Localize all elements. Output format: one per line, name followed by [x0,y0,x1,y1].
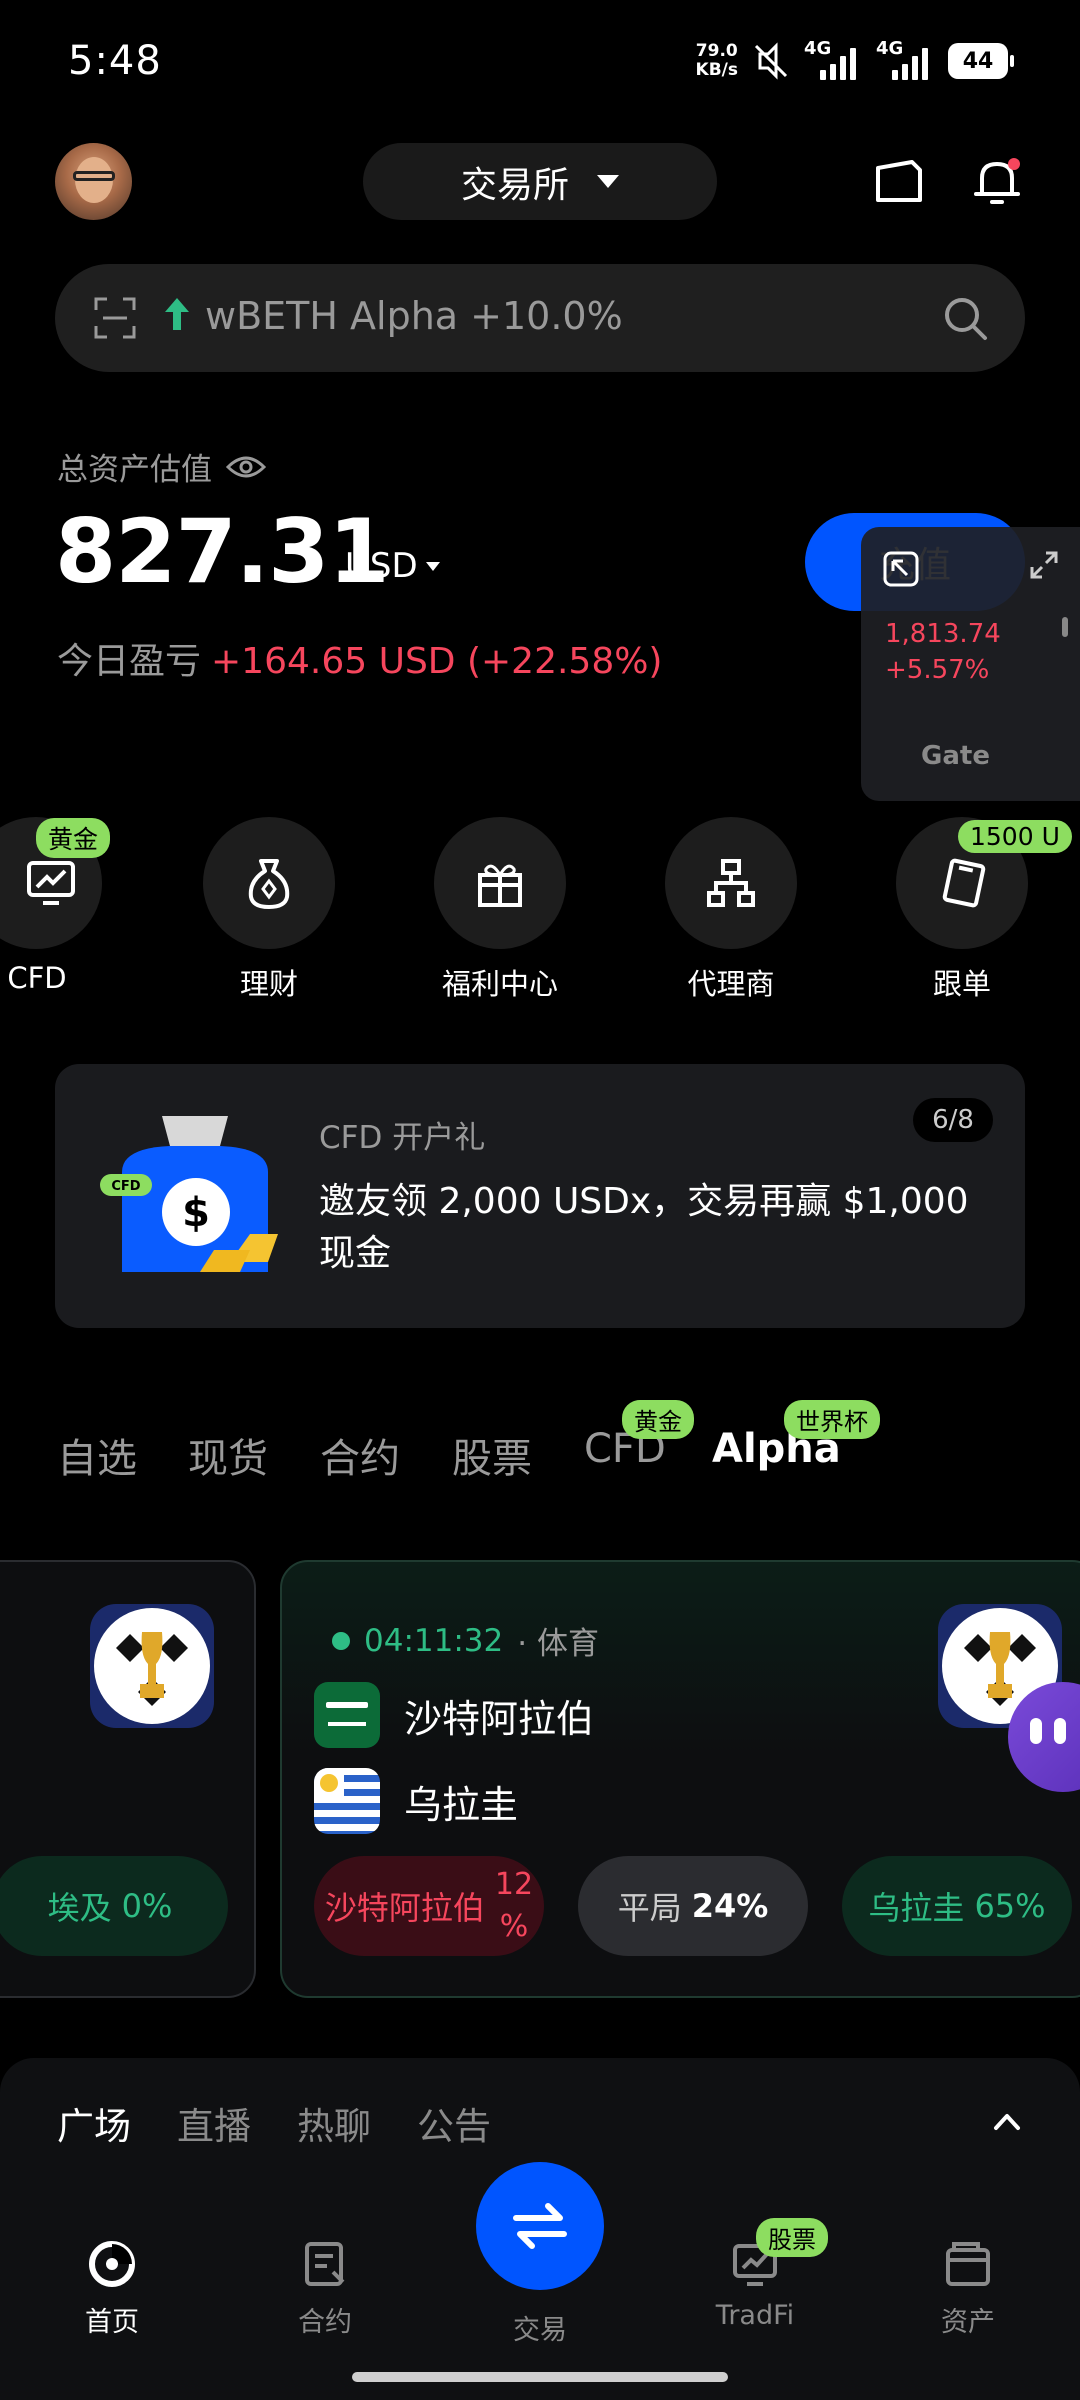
org-chart-icon [707,859,755,907]
money-bag-illustration: $ CFD [100,1116,278,1272]
promo-title: CFD 开户礼 [319,1120,486,1156]
saudi-flag-icon [314,1682,380,1748]
widget-brand: Gate [921,741,990,771]
option-pill-draw[interactable]: 平局 24% [578,1856,808,1956]
event-card[interactable]: 04:11:32 · 体育 沙特阿拉伯 乌拉圭 沙特阿拉伯 12% 平局 24% … [280,1560,1080,1998]
widget-change: +5.57% [885,655,990,685]
search-placeholder: wBETH Alpha +10.0% [205,294,623,338]
pnl-label: 今日盈亏 [57,641,202,682]
mode-switch-icon[interactable] [870,152,928,210]
balance-label: 总资产估值 [57,452,212,488]
search-bar[interactable]: wBETH Alpha +10.0% [55,264,1025,372]
tab-stocks[interactable]: 股票 [452,1426,532,1484]
sheet-tab-square[interactable]: 广场 [57,2096,131,2150]
tab-watchlist[interactable]: 自选 [57,1426,137,1484]
event-time-row: 04:11:32 · 体育 [332,1618,599,1663]
tab-futures[interactable]: 合约 [320,1426,400,1484]
sheet-tab-announcements[interactable]: 公告 [417,2096,491,2150]
balance-value: 827.31 [55,500,390,603]
quick-action-label: CFD [7,961,67,995]
battery-icon: 44 [948,43,1014,79]
tab-badge: 世界杯 [784,1400,880,1439]
trending-up-icon [165,298,189,330]
signal-icon: 4G [804,38,864,80]
option-pill-away[interactable]: 乌拉圭 65% [842,1856,1072,1956]
nav-badge: 股票 [756,2218,828,2257]
money-bag-icon [248,859,290,909]
pnl-value: +164.65 USD (+22.58%) [211,641,663,682]
chart-monitor-icon [27,861,75,905]
eye-icon[interactable] [226,453,266,481]
sheet-tab-live[interactable]: 直播 [177,2096,251,2150]
floating-price-widget[interactable]: 1,813.74 +5.57% Gate [861,527,1080,801]
swap-icon [513,2203,567,2249]
collapse-icon[interactable] [881,549,921,589]
mute-icon [754,42,788,80]
nav-home[interactable]: 首页 [32,2238,192,2339]
daily-pnl: 今日盈亏 +164.65 USD (+22.58%) [57,632,662,684]
nav-trade-label[interactable]: 交易 [460,2308,620,2347]
avatar[interactable] [55,143,132,220]
promo-description: 邀友领 2,000 USDx，交易再赢 $1,000 现金 [319,1181,969,1274]
expand-icon[interactable] [1028,549,1060,581]
badge-bonus: 1500 U [958,820,1072,853]
quick-action-rewards[interactable] [434,817,566,949]
notification-dot [1008,158,1020,170]
status-time: 5:48 [68,38,162,84]
status-icons: 79.0 KB/s 4G 4G 44 [695,36,1014,86]
notification-bell[interactable] [968,152,1026,210]
uruguay-flag-icon [314,1768,380,1834]
futures-icon [305,2242,345,2286]
signal-icon: 4G [876,38,936,80]
home-indicator[interactable] [352,2372,728,2382]
exchange-label: 交易所 [460,164,569,206]
chevron-up-icon[interactable] [992,2106,1022,2136]
tab-badge: 黄金 [622,1400,694,1439]
world-cup-trophy-icon [90,1604,214,1728]
copy-trade-icon [942,858,986,908]
countdown: 04:11:32 [364,1622,504,1659]
wallet-icon [946,2242,990,2286]
quick-action-agent[interactable] [665,817,797,949]
search-icon[interactable] [941,294,989,342]
home-icon [89,2241,135,2287]
trade-fab[interactable] [476,2162,604,2290]
team-row: 沙特阿拉伯 [314,1682,594,1748]
quick-action-label: 跟单 [932,967,991,1001]
caret-down-icon [425,561,440,571]
tab-spot[interactable]: 现货 [188,1426,268,1484]
badge-gold: 黄金 [36,818,111,858]
balance-label-row: 总资产估值 [57,444,266,489]
option-pill-home[interactable]: 沙特阿拉伯 12% [314,1856,544,1956]
event-card[interactable]: 埃及 0% [0,1560,256,1998]
nav-assets[interactable]: 资产 [888,2238,1048,2339]
svg-text:$: $ [182,1190,210,1236]
promo-banner[interactable]: $ CFD CFD 开户礼 邀友领 2,000 USDx，交易再赢 $1,000… [55,1064,1025,1328]
widget-price: 1,813.74 [885,619,1001,649]
event-category: 体育 [536,1626,599,1662]
team-name: 沙特阿拉伯 [404,1696,595,1741]
option-pill[interactable]: 埃及 0% [0,1856,228,1956]
network-speed: 79.0 KB/s [695,41,738,80]
sheet-tab-chat[interactable]: 热聊 [297,2096,371,2150]
nav-futures[interactable]: 合约 [245,2238,405,2339]
live-dot [332,1631,350,1650]
scan-icon[interactable] [93,296,137,340]
quick-action-label: 福利中心 [441,967,558,1001]
gift-icon [478,864,522,907]
quick-action-earn[interactable] [203,817,335,949]
promo-page-indicator: 6/8 [913,1098,993,1142]
scroll-indicator [1062,617,1068,637]
svg-text:CFD: CFD [111,1179,140,1194]
chevron-down-icon [597,175,619,188]
currency-selector[interactable]: USD [345,546,440,586]
team-row: 乌拉圭 [314,1768,518,1834]
exchange-switcher[interactable]: 交易所 [363,143,717,220]
team-name: 乌拉圭 [404,1782,519,1827]
status-bar: 5:48 79.0 KB/s 4G 4G 44 [0,0,1080,120]
quick-action-label: 代理商 [687,967,775,1001]
quick-action-label: 理财 [239,967,298,1001]
